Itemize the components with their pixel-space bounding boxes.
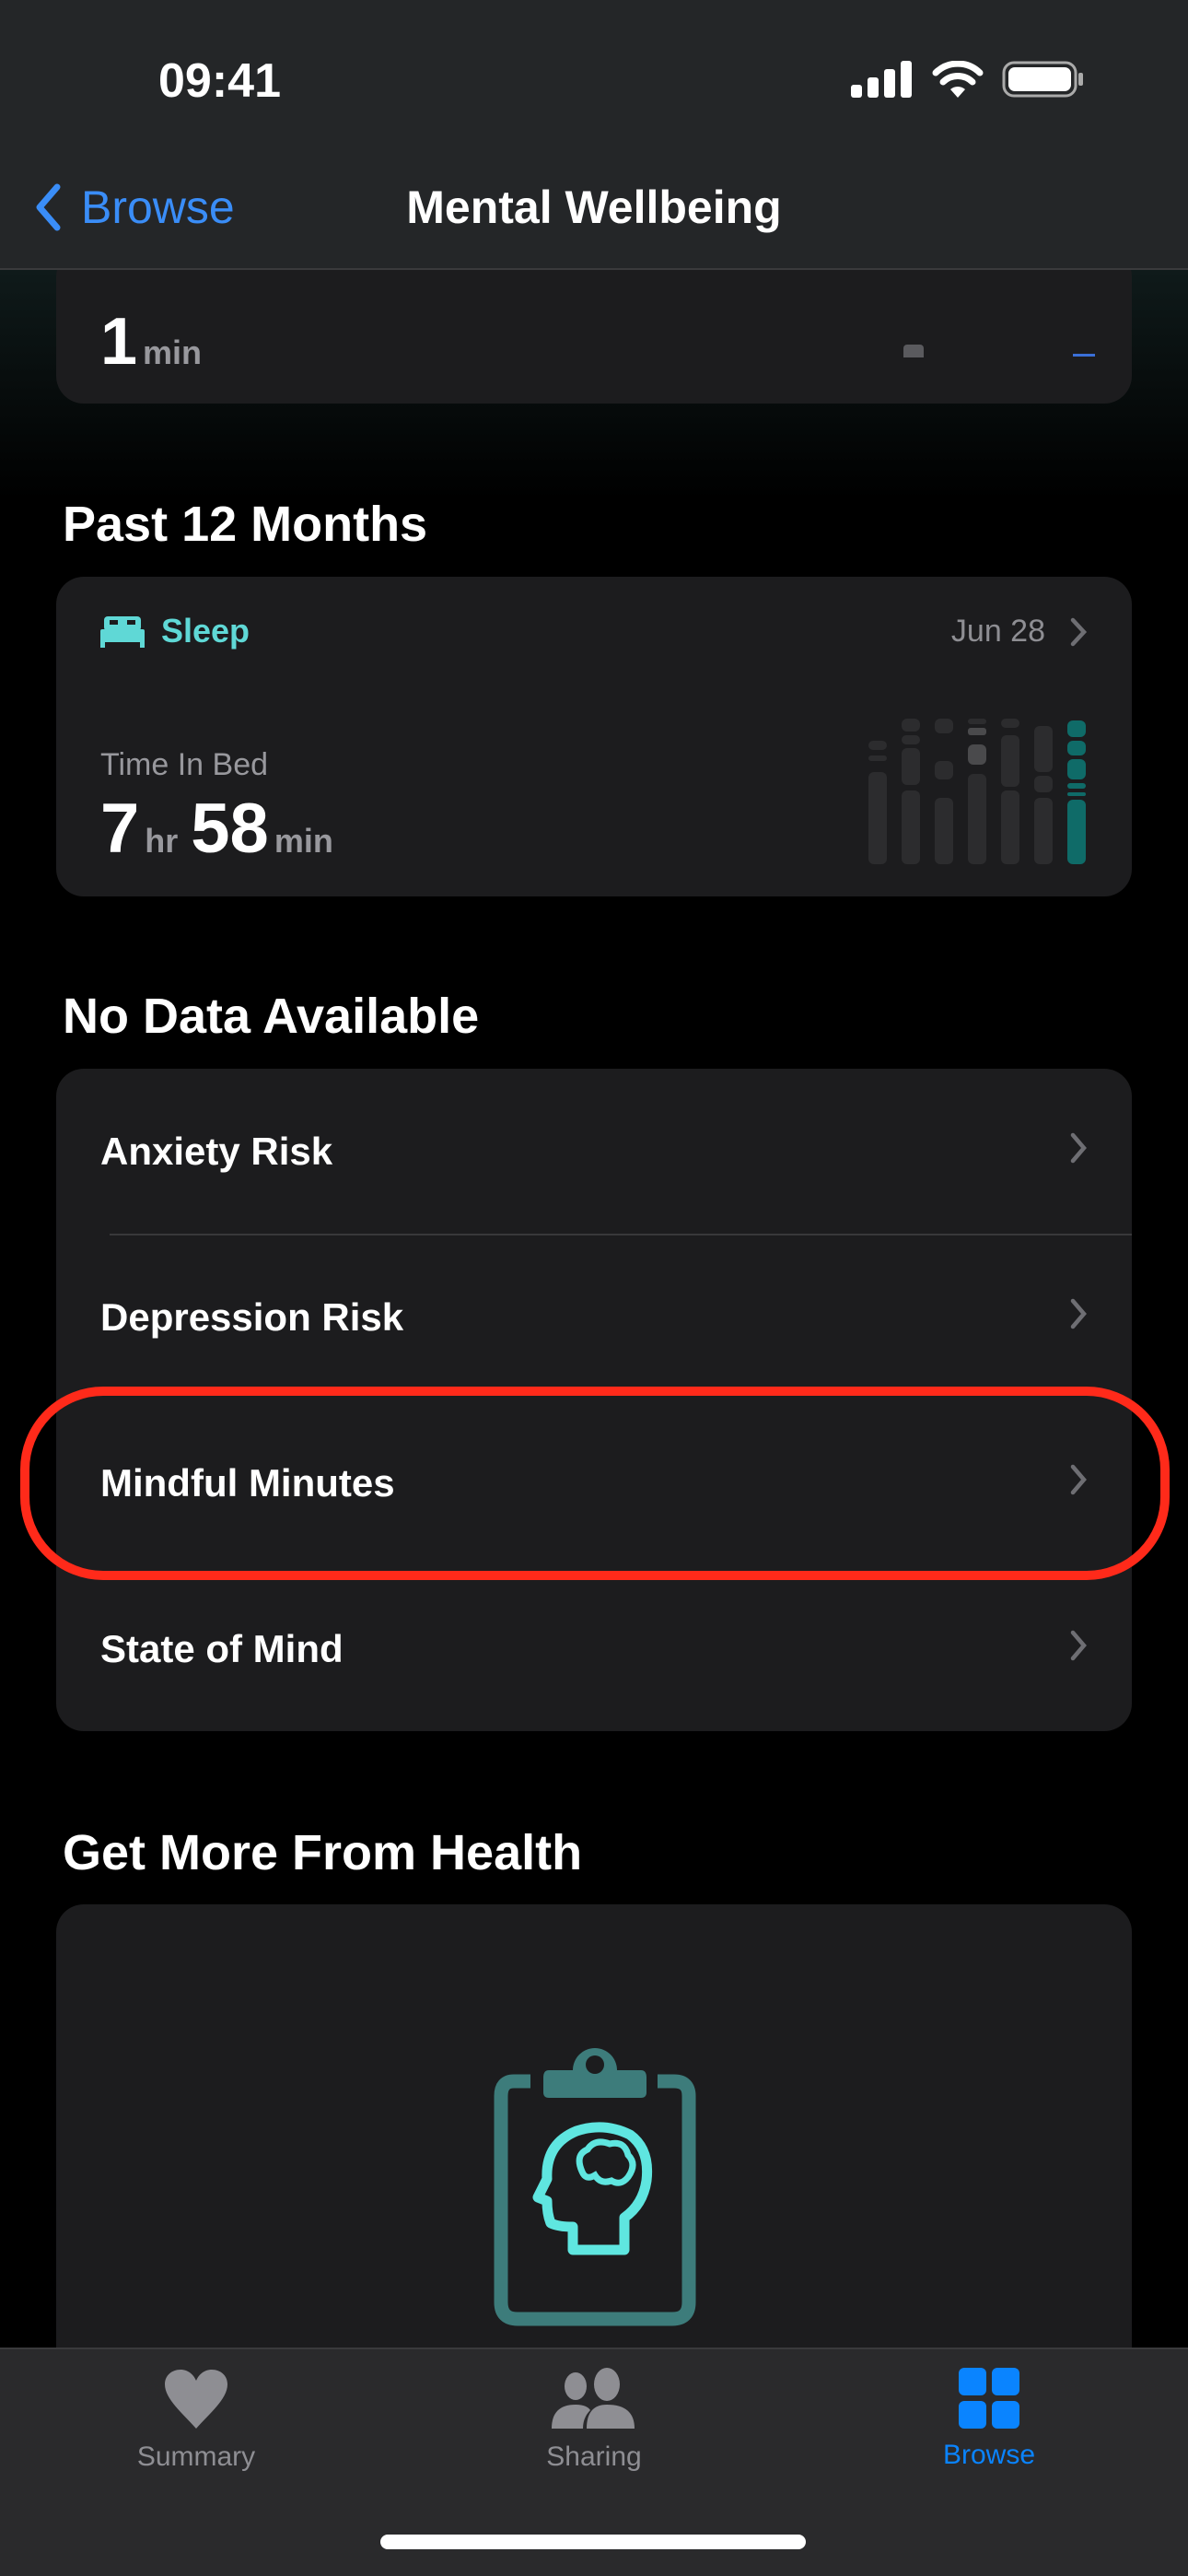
grid-icon (959, 2368, 1019, 2429)
sleep-date: Jun 28 (950, 614, 1045, 649)
highlight-annotation (20, 1387, 1170, 1580)
section-title-no-data: No Data Available (63, 989, 480, 1044)
sleep-mini-chart (868, 719, 1086, 864)
sleep-minutes-unit: min (274, 822, 333, 860)
mini-bar-current (1073, 354, 1095, 357)
battery-icon (1002, 61, 1083, 98)
status-time: 09:41 (158, 54, 281, 108)
section-title-more: Get More From Health (63, 1825, 583, 1880)
sleep-card[interactable]: Sleep Jun 28 Time In Bed 7 hr 58 min (56, 577, 1132, 896)
home-indicator[interactable] (380, 2535, 806, 2549)
status-icons (851, 61, 1085, 98)
page-title: Mental Wellbeing (406, 181, 782, 233)
tab-label: Sharing (546, 2441, 642, 2472)
wifi-icon (932, 61, 984, 98)
signal-icon (851, 61, 912, 98)
clipboard-brain-icon (494, 2048, 696, 2326)
bed-icon (100, 616, 145, 648)
tab-label: Browse (942, 2440, 1036, 2470)
chevron-right-icon (1070, 1132, 1087, 1164)
list-item-state-of-mind[interactable]: State of Mind (56, 1566, 1132, 1732)
sleep-hours: 7 (100, 790, 140, 868)
sleep-label: Sleep (161, 612, 250, 650)
tab-summary[interactable]: Summary (76, 2368, 316, 2473)
summary-unit: min (143, 334, 203, 371)
list-item-depression-risk[interactable]: Depression Risk (56, 1235, 1132, 1400)
chevron-right-icon (1070, 1630, 1087, 1661)
top-bar: 09:41 Browse Mental Wellbeing (0, 0, 1188, 270)
list-item-label: Depression Risk (100, 1295, 404, 1339)
sleep-metric-label: Time In Bed (100, 747, 269, 782)
list-item-anxiety-risk[interactable]: Anxiety Risk (56, 1069, 1132, 1235)
sleep-minutes: 58 (191, 790, 269, 868)
sleep-hours-unit: hr (145, 822, 179, 860)
list-item-label: Anxiety Risk (100, 1130, 333, 1173)
tab-label: Summary (136, 2441, 256, 2472)
tab-sharing[interactable]: Sharing (474, 2368, 714, 2473)
heart-icon (165, 2370, 227, 2429)
summary-value: 1 (100, 305, 138, 379)
people-icon (552, 2368, 635, 2429)
list-item-label: State of Mind (100, 1627, 344, 1670)
section-title-past: Past 12 Months (63, 497, 428, 552)
tab-browse[interactable]: Browse (869, 2368, 1109, 2471)
chevron-right-icon (1070, 1298, 1087, 1329)
mini-bar (903, 345, 924, 357)
chevron-right-icon (1070, 617, 1088, 646)
mindful-summary-card[interactable]: 1 min (56, 249, 1132, 404)
